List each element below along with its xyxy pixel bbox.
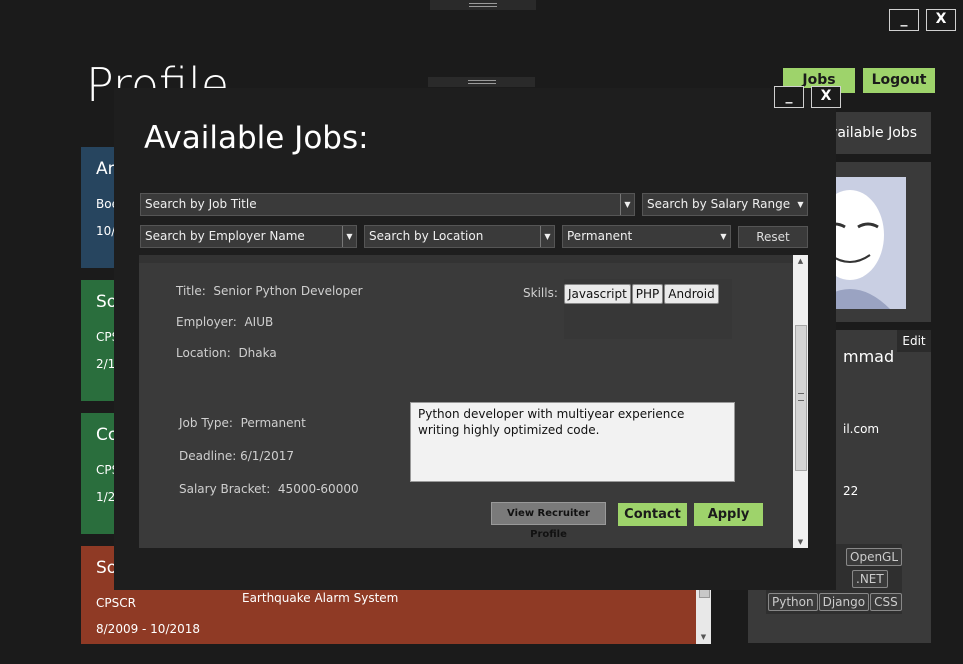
skill-chip: OpenGL — [846, 548, 903, 566]
edit-button[interactable]: Edit — [897, 330, 931, 352]
job-type-value: Permanent — [240, 416, 306, 430]
chevron-down-icon[interactable]: ▼ — [794, 194, 807, 215]
profile-name: mmad — [843, 347, 895, 366]
dialog-title: Available Jobs: — [144, 120, 369, 156]
employer-value: AIUB — [244, 315, 274, 329]
scroll-thumb[interactable] — [795, 325, 807, 471]
skills-list: Javascript PHP Android — [564, 279, 732, 339]
location-value: Dhaka — [238, 346, 277, 360]
job-list-scrollbar[interactable]: ▲ ▼ — [793, 255, 808, 548]
scroll-up-icon[interactable]: ▲ — [793, 257, 808, 265]
skill-chip: Javascript — [564, 284, 631, 304]
job-title-search-input[interactable]: Search by Job Title ▼ — [140, 193, 635, 216]
card-org: CPSCR — [96, 596, 136, 610]
scroll-grip-icon — [798, 393, 804, 401]
profile-phone: 22 — [843, 484, 859, 498]
view-recruiter-profile-button[interactable]: View Recruiter Profile — [491, 502, 606, 540]
job-card[interactable]: Title: Senior Python Developer Employer:… — [139, 263, 794, 548]
minimize-button[interactable]: _ — [889, 9, 919, 31]
skills-label: Skills: — [523, 286, 558, 300]
contact-button[interactable]: Contact — [618, 503, 687, 526]
chevron-down-icon[interactable]: ▼ — [540, 226, 554, 247]
salary-bracket-value: 45000-60000 — [277, 482, 359, 496]
deadline-label: Deadline: 6/1/2017 — [179, 449, 295, 463]
location-search-input[interactable]: Search by Location ▼ — [364, 225, 555, 248]
employer-name-search-input[interactable]: Search by Employer Name ▼ — [140, 225, 357, 248]
skill-chip: PHP — [631, 284, 664, 304]
chevron-down-icon[interactable]: ▼ — [620, 194, 634, 215]
job-type-select[interactable]: Permanent ▼ — [562, 225, 731, 248]
salary-range-select[interactable]: Search by Salary Range ▼ — [642, 193, 808, 216]
window-drag-handle[interactable] — [430, 0, 536, 10]
employer-label: Employer: AIUB — [176, 315, 274, 329]
card-project: Earthquake Alarm System — [242, 591, 399, 605]
job-description: Python developer with multiyear experien… — [410, 402, 735, 482]
salary-bracket-label: Salary Bracket: 45000-60000 — [179, 482, 359, 496]
close-button[interactable]: X — [926, 9, 956, 31]
skill-chip: Django — [818, 593, 870, 611]
card-date: 10/ — [96, 224, 116, 238]
skill-chip: Android — [664, 284, 719, 304]
job-title-value: Senior Python Developer — [213, 284, 363, 298]
salary-range-placeholder: Search by Salary Range — [647, 197, 791, 211]
card-date: 8/2009 - 10/2018 — [96, 622, 201, 636]
job-title-search-placeholder: Search by Job Title — [145, 197, 257, 211]
deadline-value: 6/1/2017 — [240, 449, 295, 463]
dialog-minimize-button[interactable]: _ — [774, 86, 804, 108]
location-label: Location: Dhaka — [176, 346, 277, 360]
job-list: Title: Senior Python Developer Employer:… — [139, 255, 808, 548]
job-type-label: Job Type: Permanent — [179, 416, 306, 430]
available-jobs-dialog: _ X Available Jobs: Search by Job Title … — [114, 77, 841, 590]
dialog-drag-handle[interactable] — [428, 77, 535, 87]
skill-chip: .NET — [852, 570, 888, 588]
job-type-selected: Permanent — [567, 229, 633, 243]
card-date: 1/2 — [96, 490, 116, 504]
card-date: 2/1 — [96, 357, 116, 371]
scroll-down-icon[interactable]: ▼ — [696, 633, 711, 641]
skill-chip: CSS — [870, 593, 902, 611]
dialog-close-button[interactable]: X — [811, 86, 841, 108]
employer-name-placeholder: Search by Employer Name — [145, 229, 305, 243]
chevron-down-icon[interactable]: ▼ — [717, 226, 730, 247]
skill-chip: Python — [768, 593, 818, 611]
reset-button[interactable]: Reset — [738, 226, 808, 248]
profile-email: il.com — [843, 422, 880, 436]
cards-scrollbar[interactable]: ▼ — [696, 588, 711, 644]
logout-button[interactable]: Logout — [863, 68, 935, 93]
chevron-down-icon[interactable]: ▼ — [342, 226, 356, 247]
scroll-down-icon[interactable]: ▼ — [793, 538, 808, 546]
apply-button[interactable]: Apply — [694, 503, 763, 526]
location-search-placeholder: Search by Location — [369, 229, 484, 243]
job-title-label: Title: Senior Python Developer — [176, 284, 363, 298]
